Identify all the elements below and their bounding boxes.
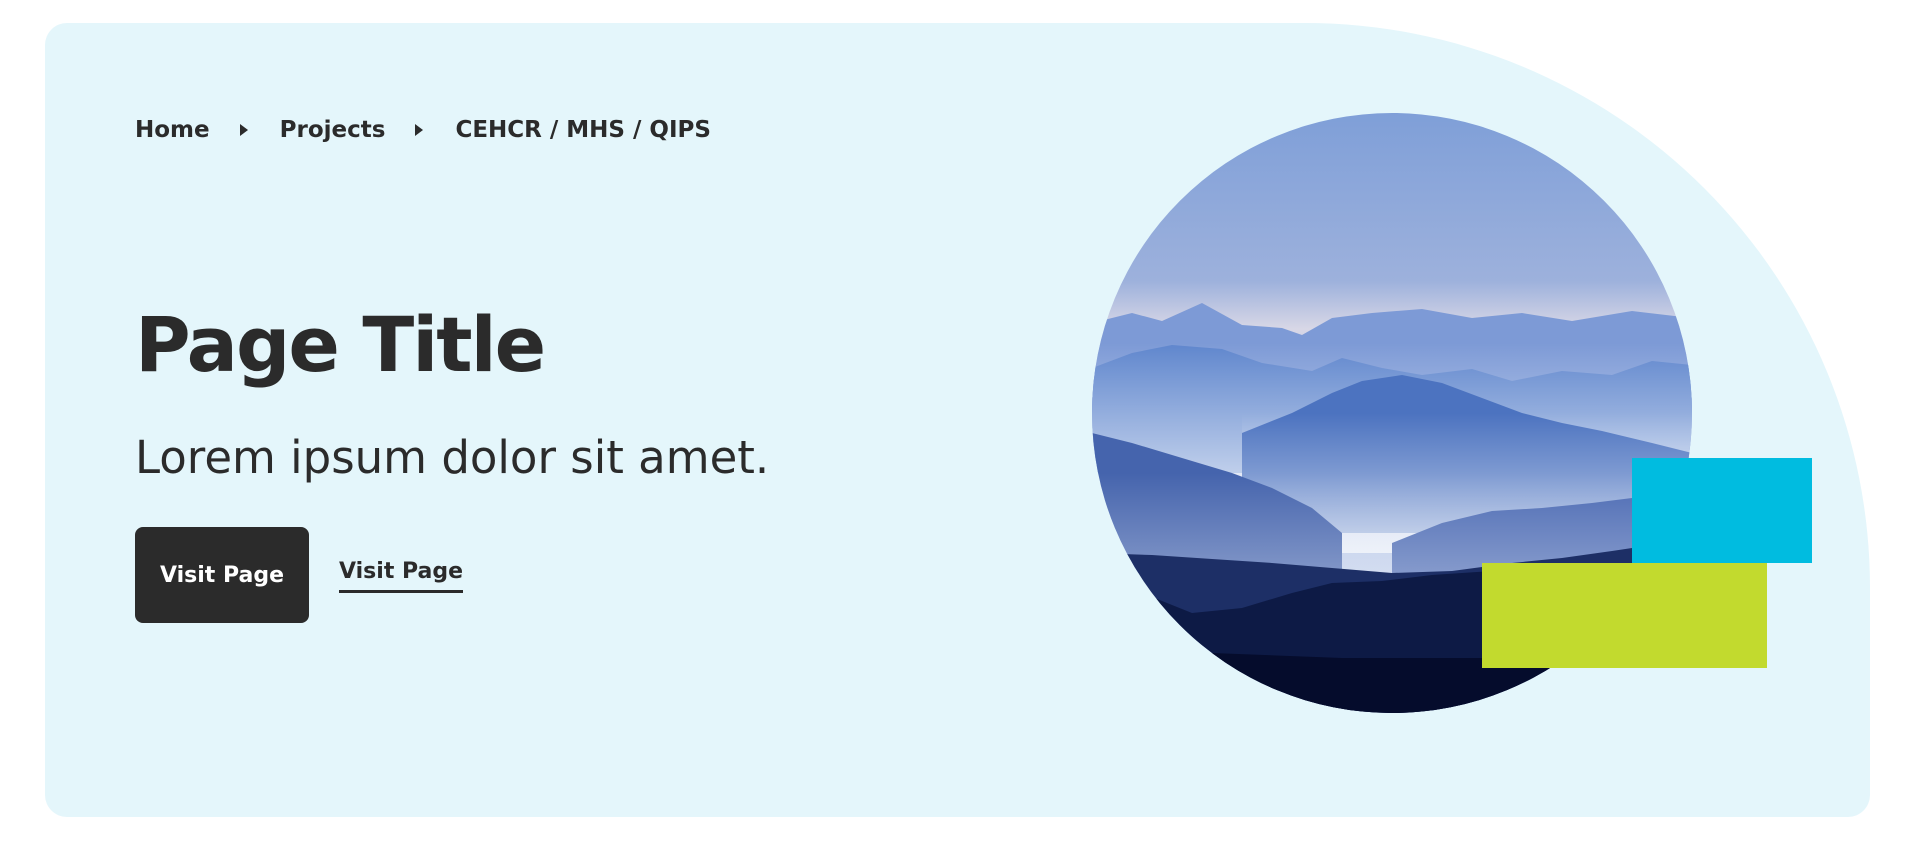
- breadcrumb-projects-link[interactable]: Projects: [280, 117, 386, 143]
- visit-page-button[interactable]: Visit Page: [135, 527, 309, 623]
- page-title: Page Title: [135, 300, 546, 389]
- breadcrumb-separator-icon: [415, 124, 424, 136]
- breadcrumb: Home Projects CEHCR / MHS / QIPS: [135, 117, 711, 143]
- breadcrumb-separator-icon: [239, 124, 248, 136]
- breadcrumb-home-link[interactable]: Home: [135, 117, 210, 143]
- page-subtitle: Lorem ipsum dolor sit amet.: [135, 431, 770, 484]
- breadcrumb-current-page: CEHCR / MHS / QIPS: [455, 117, 711, 143]
- accent-block-lime: [1482, 563, 1767, 668]
- hero-banner: Home Projects CEHCR / MHS / QIPS Page Ti…: [45, 23, 1870, 817]
- accent-block-cyan: [1632, 458, 1812, 563]
- visit-page-link[interactable]: Visit Page: [339, 559, 464, 593]
